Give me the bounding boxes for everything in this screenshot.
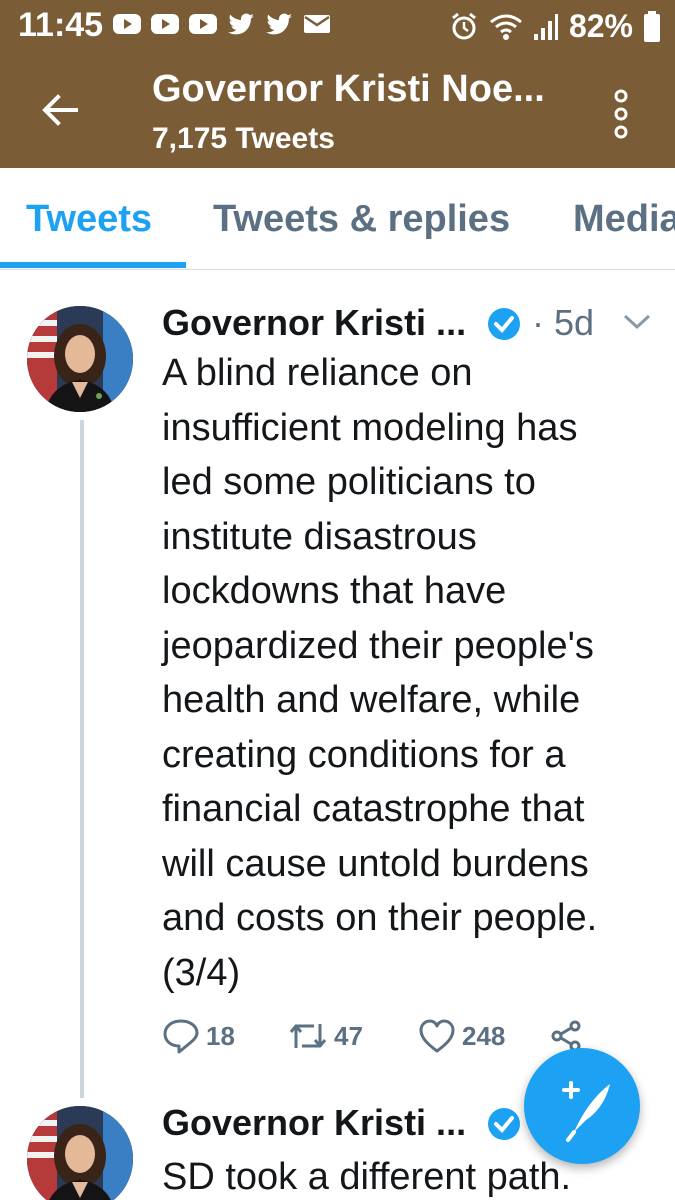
- youtube-icon: [189, 14, 217, 34]
- tab-media[interactable]: Media: [573, 198, 675, 241]
- profile-tabs: Tweets Tweets & replies Media: [0, 168, 675, 270]
- reply-icon: [163, 1019, 199, 1054]
- twitter-icon: [228, 13, 254, 35]
- notification-icons: [112, 12, 332, 36]
- tab-tweets[interactable]: Tweets: [26, 198, 152, 241]
- verified-badge-icon: [488, 308, 520, 340]
- retweet-button[interactable]: 47: [288, 1018, 363, 1054]
- wifi-icon: [490, 14, 522, 40]
- alarm-icon: [452, 12, 476, 39]
- retweet-count: 47: [334, 1020, 363, 1051]
- like-count: 248: [462, 1020, 506, 1051]
- tweet-count: 7,175 Tweets: [152, 122, 335, 155]
- tab-tweets-replies[interactable]: Tweets & replies: [213, 198, 510, 241]
- retweet-icon: [289, 1024, 327, 1048]
- heart-icon: [419, 1019, 455, 1053]
- avatar[interactable]: [27, 1106, 133, 1200]
- app-bar: Governor Kristi Noe... 7,175 Tweets: [0, 52, 675, 168]
- mail-icon: [304, 15, 330, 33]
- active-tab-indicator: [0, 262, 186, 268]
- avatar[interactable]: [27, 306, 133, 412]
- status-bar: 11:45 82%: [0, 0, 675, 52]
- youtube-icon: [151, 14, 179, 34]
- battery-percent: 82%: [568, 8, 633, 44]
- system-icons: 82%: [449, 8, 661, 45]
- twitter-icon: [266, 13, 292, 35]
- verified-badge-icon: [488, 1108, 520, 1140]
- tweet-text: A blind reliance on insufficient modelin…: [162, 352, 598, 994]
- profile-photo: [27, 306, 133, 412]
- chevron-down-icon[interactable]: [622, 312, 652, 332]
- signal-icon: [533, 13, 558, 40]
- reply-count: 18: [206, 1020, 235, 1051]
- reply-button[interactable]: 18: [162, 1018, 235, 1054]
- back-arrow-icon[interactable]: [36, 86, 84, 134]
- feather-plus-icon: [562, 1081, 610, 1142]
- compose-tweet-button[interactable]: [524, 1048, 640, 1164]
- profile-title: Governor Kristi Noe...: [152, 68, 545, 110]
- status-time: 11:45: [18, 6, 104, 44]
- youtube-icon: [113, 14, 141, 34]
- tweet-author-name[interactable]: Governor Kristi ...: [162, 302, 466, 344]
- tweet-author-name[interactable]: Governor Kristi ...: [162, 1102, 466, 1144]
- like-button[interactable]: 248: [418, 1018, 505, 1054]
- profile-photo: [27, 1106, 133, 1200]
- battery-icon: [644, 10, 660, 42]
- tweet-timestamp: · 5d: [532, 302, 595, 343]
- overflow-menu-icon[interactable]: [606, 88, 636, 140]
- thread-connector: [80, 420, 84, 1098]
